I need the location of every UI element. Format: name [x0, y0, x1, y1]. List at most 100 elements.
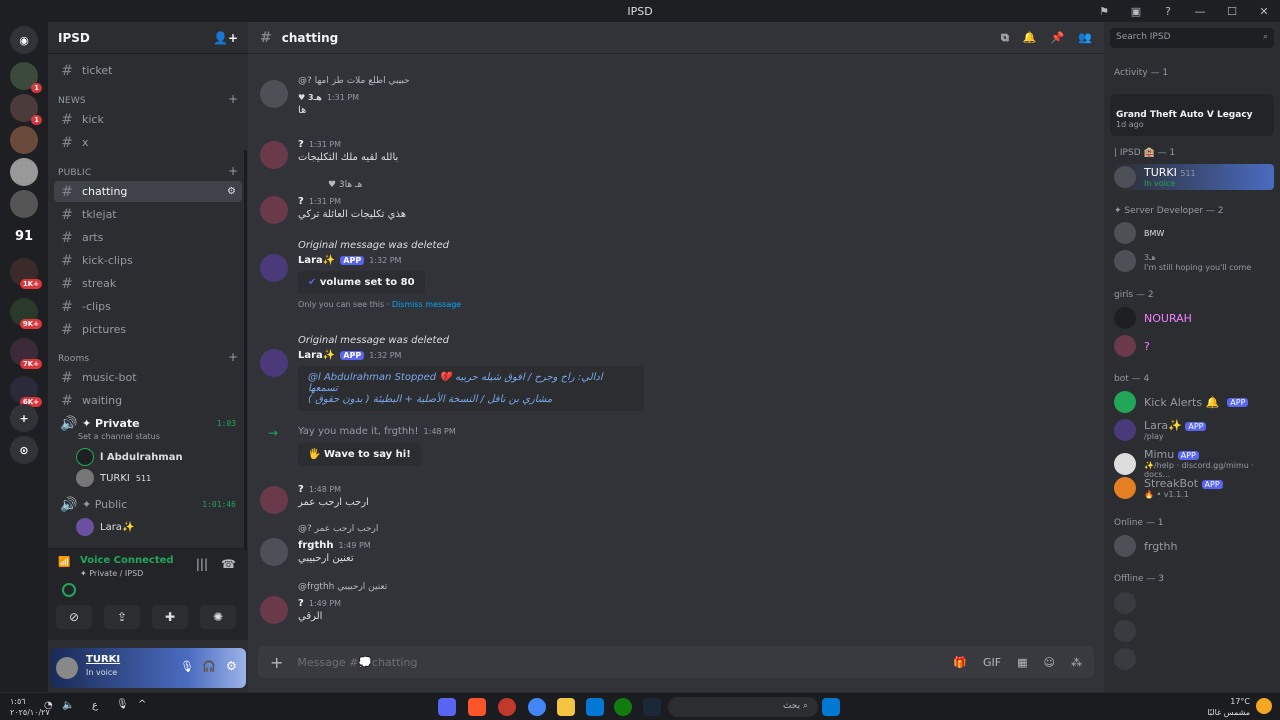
message-input[interactable]: Message #💭chatting	[297, 656, 417, 669]
voice-connected-title[interactable]: Voice Connected	[80, 555, 174, 566]
author-name[interactable]: ?	[298, 196, 304, 207]
message[interactable]: ? 1:48 PM ارحب ارحب عمر	[258, 482, 1018, 514]
message[interactable]: ? 1:31 PM بالله لقيه ملك التكليجات	[258, 137, 1018, 169]
member-item[interactable]: NOURAH	[1114, 307, 1274, 329]
channel-waiting[interactable]: # waiting	[54, 390, 242, 411]
avatar[interactable]	[260, 538, 288, 566]
member-item[interactable]: frgthh	[1114, 535, 1274, 557]
voice-user[interactable]: l Abdulrahman	[76, 448, 183, 466]
author-name[interactable]: ?	[298, 139, 304, 150]
author-name[interactable]: frgthh	[298, 540, 333, 551]
server-icon[interactable]	[10, 190, 38, 218]
channel-status[interactable]: Set a channel status	[78, 432, 160, 441]
channel-music-bot[interactable]: # music-bot	[54, 367, 242, 388]
channel-pictures[interactable]: # pictures	[54, 319, 242, 340]
pin-icon[interactable]: 📌	[1051, 31, 1065, 45]
message[interactable]: Original message was deleted Lara✨ APP 1:3…	[258, 240, 1018, 309]
settings-gear-icon[interactable]: ⚙	[226, 659, 237, 673]
author-name[interactable]: Lara✨	[298, 350, 335, 361]
channel-streak[interactable]: # streak	[54, 273, 242, 294]
voice-user[interactable]: Lara✨	[76, 518, 134, 536]
join-message[interactable]: → Yay you made it, frgthh! 1:48 PM 🖐 Wave…	[258, 424, 1018, 466]
brave-taskbar-icon[interactable]	[468, 698, 486, 716]
microphone-icon[interactable]: 🎙	[180, 660, 194, 673]
member-item-offline[interactable]	[1114, 620, 1274, 642]
app-taskbar-icon[interactable]	[498, 698, 516, 716]
file-explorer-taskbar-icon[interactable]	[557, 698, 575, 716]
apps-icon[interactable]: ⁂	[1071, 656, 1082, 669]
sidebar-scrollbar[interactable]	[244, 150, 247, 550]
channel-clips[interactable]: # -clips	[54, 296, 242, 317]
activity-card[interactable]: Grand Theft Auto V Legacy 1d ago	[1110, 94, 1274, 136]
gift-icon[interactable]: 🎁	[953, 656, 967, 669]
reply-preview[interactable]: @frgthh تعنين ارحبيبي	[298, 582, 1018, 596]
voice-user[interactable]: TURKI 511	[76, 469, 151, 487]
server-icon[interactable]: 1	[10, 62, 42, 93]
member-item[interactable]: BMW	[1114, 222, 1274, 244]
message[interactable]: ♥ 3هـ ها ? 1:31 PM هذي تكليجات العائلة تر…	[258, 180, 1018, 224]
emoji-icon[interactable]: ☺	[1044, 656, 1055, 669]
voice-channel-public[interactable]: 🔊 ✦ Public 1:01:46	[54, 494, 242, 515]
channel-tklejat[interactable]: # tklejat	[54, 204, 242, 225]
keyboard-language[interactable]: ع	[92, 700, 98, 711]
soundboard-button[interactable]: ✺	[200, 605, 236, 629]
member-item[interactable]: 3هـ I'm still hoping you'll come	[1114, 250, 1274, 272]
gif-icon[interactable]: GIF	[983, 656, 1001, 669]
bell-icon[interactable]: 🔔	[1023, 31, 1037, 45]
members-icon[interactable]: 👥	[1078, 31, 1092, 45]
member-item-offline[interactable]	[1114, 648, 1274, 670]
avatar[interactable]	[260, 141, 288, 169]
discover-icon[interactable]: ⊙	[10, 436, 38, 464]
channel-ticket[interactable]: # ticket	[54, 60, 242, 81]
message[interactable]: @frgthh تعنين ارحبيبي ? 1:49 PM الرقي	[258, 582, 1018, 625]
taskbar-search[interactable]: بحث ⌕	[668, 697, 818, 717]
screen-share-button[interactable]: ⇪	[104, 605, 140, 629]
reply-preview[interactable]: @? ارحب ارحب عمر	[298, 524, 1018, 538]
channel-arts[interactable]: # arts	[54, 227, 242, 248]
wave-button[interactable]: 🖐 Wave to say hi!	[298, 443, 421, 466]
volume-icon[interactable]: 🔈	[62, 700, 74, 711]
add-channel-icon[interactable]: +	[228, 164, 238, 178]
chevron-up-icon[interactable]: ^	[138, 699, 146, 710]
member-item[interactable]: Lara✨ APP/play	[1114, 419, 1274, 441]
reply-preview[interactable]: ♥ 3هـ ها	[298, 180, 1018, 194]
member-item[interactable]: StreakBot APP 🔥 • v1.1.1	[1114, 477, 1274, 499]
camera-off-button[interactable]: ⊘	[56, 605, 92, 629]
avatar[interactable]	[260, 254, 288, 282]
add-server-icon[interactable]: +	[10, 404, 38, 432]
home-icon[interactable]: ◉	[10, 26, 38, 54]
server-header[interactable]: IPSD 👤+	[48, 22, 248, 54]
dismiss-link[interactable]: Dismiss message	[392, 300, 461, 309]
server-icon[interactable]: 9K+	[10, 298, 42, 329]
steam-taskbar-icon[interactable]	[643, 698, 661, 716]
invite-icon[interactable]: 👤+	[213, 31, 238, 45]
category-public[interactable]: PUBLIC	[58, 168, 91, 178]
message[interactable]: @? حبيبي اطلع ملات طز امها ♥ 3هـ 1:31 PM …	[258, 76, 1018, 119]
channel-kick[interactable]: # kick	[54, 109, 242, 130]
discord-taskbar-icon[interactable]	[438, 698, 456, 716]
noise-suppression-icon[interactable]: |||	[196, 557, 208, 571]
weather-widget[interactable]: 17°C مشمس غالبًا	[1207, 696, 1250, 718]
search-input[interactable]: Search IPSD ⌕	[1110, 28, 1274, 48]
server-icon[interactable]: 1	[10, 94, 42, 125]
channel-x[interactable]: # x	[54, 132, 242, 153]
minimize-button[interactable]: —	[1192, 5, 1208, 18]
avatar[interactable]	[260, 196, 288, 224]
username[interactable]: TURKI	[86, 654, 120, 665]
server-icon[interactable]	[10, 126, 38, 154]
avatar[interactable]	[260, 596, 288, 624]
activities-button[interactable]: ✚	[152, 605, 188, 629]
voice-channel-private[interactable]: 🔊 ✦ Private 1:03	[54, 413, 242, 434]
server-icon-91[interactable]: 91	[10, 222, 38, 250]
member-item-offline[interactable]	[1114, 592, 1274, 614]
server-icon[interactable]: 7K+	[10, 338, 42, 369]
add-channel-icon[interactable]: +	[228, 350, 238, 364]
windows-start-icon[interactable]	[822, 698, 840, 716]
category-news[interactable]: NEWS	[58, 96, 86, 106]
help-icon[interactable]: ?	[1160, 5, 1176, 18]
server-icon[interactable]	[10, 158, 38, 186]
server-icon[interactable]: 6K+	[10, 376, 42, 407]
maximize-button[interactable]: ☐	[1224, 5, 1240, 18]
close-button[interactable]: ✕	[1256, 5, 1272, 18]
add-channel-icon[interactable]: +	[228, 92, 238, 106]
